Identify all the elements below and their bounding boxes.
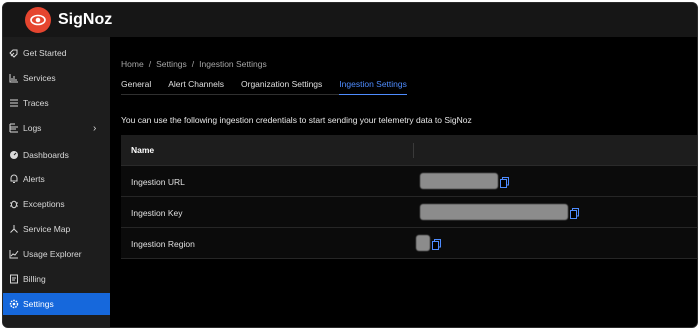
app-name: SigNoz	[58, 11, 113, 28]
tab-general[interactable]: General	[121, 79, 151, 95]
sidebar-item-service-map[interactable]: Service Map	[3, 218, 110, 240]
bell-icon	[9, 174, 19, 184]
ingestion-region-label: Ingestion Region	[131, 239, 195, 249]
page-description: You can use the following ingestion cred…	[121, 115, 472, 125]
sidebar-item-label: Settings	[23, 299, 54, 309]
ingestion-url-label: Ingestion URL	[131, 177, 185, 187]
gear-icon	[9, 299, 19, 309]
tab-alert-channels[interactable]: Alert Channels	[168, 79, 224, 95]
app-window: SigNoz Get Started Services Traces Logs …	[2, 2, 698, 328]
rocket-icon	[9, 48, 19, 58]
sidebar-item-label: Logs	[23, 123, 42, 133]
ingestion-table: Name Ingestion URL Ingestion Key Ingesti…	[121, 135, 697, 259]
sidebar-item-label: Get Started	[23, 48, 67, 58]
sidebar-item-label: Alerts	[23, 174, 45, 184]
column-divider	[413, 143, 414, 158]
copy-icon[interactable]	[570, 206, 579, 219]
tab-ingestion-settings[interactable]: Ingestion Settings	[339, 79, 407, 95]
table-row: Ingestion Key	[121, 197, 697, 228]
list-icon	[9, 98, 19, 108]
chevron-right-icon[interactable]: ›	[93, 123, 96, 134]
line-chart-icon	[9, 249, 19, 259]
table-row: Ingestion Region	[121, 228, 697, 259]
bar-chart-icon	[9, 73, 19, 83]
sidebar-item-label: Dashboards	[23, 150, 69, 160]
sidebar-item-services[interactable]: Services	[3, 67, 110, 89]
ingestion-region-value-redacted	[416, 235, 430, 251]
table-header: Name	[121, 135, 697, 166]
sidebar-item-dashboards[interactable]: Dashboards	[3, 144, 110, 166]
breadcrumb-separator: /	[191, 59, 195, 69]
sidebar-item-usage-explorer[interactable]: Usage Explorer	[3, 243, 110, 265]
ingestion-url-value-redacted	[420, 173, 498, 189]
dashboard-icon	[9, 150, 19, 160]
sidebar-item-exceptions[interactable]: Exceptions	[3, 193, 110, 215]
copy-icon[interactable]	[432, 237, 441, 250]
sidebar-item-alerts[interactable]: Alerts	[3, 168, 110, 190]
sidebar-item-settings[interactable]: Settings	[3, 293, 110, 315]
sidebar-item-label: Traces	[23, 98, 49, 108]
ingestion-key-value-redacted	[420, 204, 568, 220]
sidebar-item-logs[interactable]: Logs ›	[3, 117, 110, 139]
breadcrumb-current: Ingestion Settings	[199, 59, 267, 69]
top-bar: SigNoz	[3, 3, 697, 37]
sidebar-item-billing[interactable]: Billing	[3, 268, 110, 290]
breadcrumb-settings[interactable]: Settings	[156, 59, 187, 69]
sidebar-item-label: Services	[23, 73, 56, 83]
sidebar-item-traces[interactable]: Traces	[3, 92, 110, 114]
copy-icon[interactable]	[500, 175, 509, 188]
main-content: Home / Settings / Ingestion Settings Gen…	[110, 37, 697, 327]
tab-organization-settings[interactable]: Organization Settings	[241, 79, 322, 95]
breadcrumb-separator: /	[148, 59, 152, 69]
table-row: Ingestion URL	[121, 166, 697, 197]
settings-tabs: General Alert Channels Organization Sett…	[121, 79, 424, 95]
network-icon	[9, 224, 19, 234]
sidebar-item-label: Usage Explorer	[23, 249, 82, 259]
file-lines-icon	[9, 123, 19, 133]
credit-card-icon	[9, 274, 19, 284]
breadcrumb: Home / Settings / Ingestion Settings	[121, 59, 267, 69]
signoz-logo-icon[interactable]	[25, 7, 51, 33]
sidebar: Get Started Services Traces Logs › Dashb…	[3, 37, 110, 327]
sidebar-item-label: Billing	[23, 274, 46, 284]
ingestion-key-label: Ingestion Key	[131, 208, 183, 218]
bug-icon	[9, 199, 19, 209]
sidebar-item-label: Service Map	[23, 224, 71, 234]
column-header-name: Name	[131, 145, 155, 155]
sidebar-item-get-started[interactable]: Get Started	[3, 42, 110, 64]
breadcrumb-home[interactable]: Home	[121, 59, 144, 69]
sidebar-item-label: Exceptions	[23, 199, 65, 209]
